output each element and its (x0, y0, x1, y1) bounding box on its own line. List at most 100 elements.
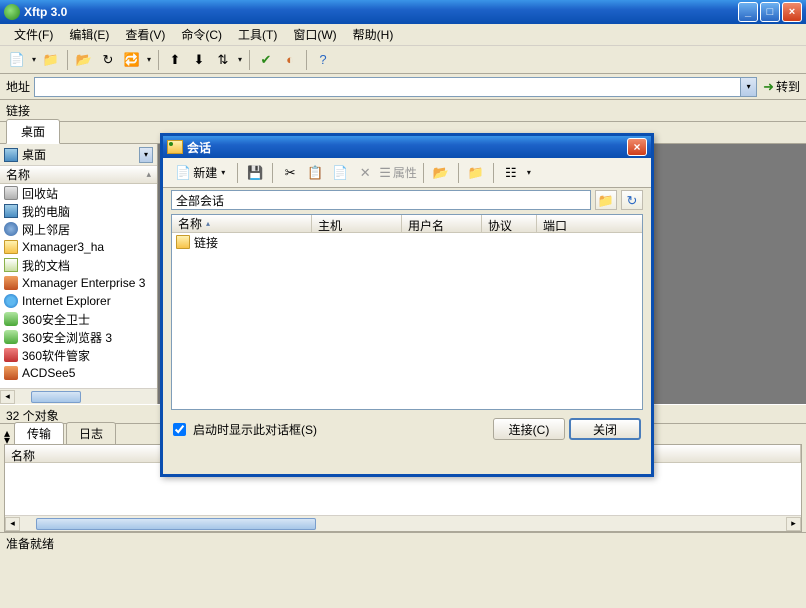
transfer-icon[interactable]: ⇅ (212, 49, 234, 71)
copy-icon[interactable]: 📋 (304, 162, 326, 184)
go-button[interactable]: ➜ 转到 (763, 78, 800, 95)
dcol-host[interactable]: 主机 (312, 215, 402, 232)
list-item[interactable]: 我的文档 (0, 256, 157, 274)
path-input[interactable] (171, 190, 591, 210)
dialog-path: 📁 ↻ (163, 188, 651, 212)
dcol-user[interactable]: 用户名 (402, 215, 482, 232)
list-item[interactable]: 360安全浏览器 3 (0, 328, 157, 346)
xcol-name[interactable]: 名称 (5, 445, 185, 462)
list-item[interactable]: 我的电脑 (0, 202, 157, 220)
help-icon[interactable]: ? (312, 49, 334, 71)
save-icon[interactable]: 💾 (244, 162, 266, 184)
down-icon[interactable]: ⬇ (188, 49, 210, 71)
menu-window[interactable]: 窗口(W) (285, 24, 344, 45)
xscroll-right-icon[interactable]: ▸ (786, 517, 801, 531)
desktop-icon (4, 148, 18, 162)
close-dialog-button[interactable]: 关闭 (569, 418, 641, 440)
reconnect-icon[interactable]: 📂 (73, 49, 95, 71)
session-dialog: 会话 × 📄 新建 ▾ 💾 ✂ 📋 📄 ✕ ☰ 属性 📂 📁 ☷ ▾ 📁 ↻ (160, 133, 654, 477)
xscroll-left-icon[interactable]: ◂ (5, 517, 20, 531)
scroll-thumb[interactable] (31, 391, 81, 403)
address-input[interactable] (34, 77, 741, 97)
new-dropdown[interactable]: ▾ (219, 168, 227, 177)
show-startup-checkbox[interactable] (173, 423, 186, 436)
tab-log[interactable]: 日志 (66, 422, 116, 444)
maximize-button[interactable]: □ (760, 2, 780, 22)
paste-icon[interactable]: 📄 (329, 162, 351, 184)
tab-transfer[interactable]: 传输 (14, 422, 64, 444)
sync-dropdown[interactable]: ▾ (145, 55, 153, 64)
session-list[interactable]: 名称 主机 用户名 协议 端口 链接 (171, 214, 643, 410)
dcol-proto[interactable]: 协议 (482, 215, 537, 232)
view-icon[interactable]: ☷ (500, 162, 522, 184)
session-row[interactable]: 链接 (172, 233, 642, 251)
dcol-port[interactable]: 端口 (537, 215, 642, 232)
up-dir-icon[interactable]: 📁 (595, 190, 617, 210)
menu-file[interactable]: 文件(F) (6, 24, 61, 45)
file-icon (4, 312, 18, 326)
shell-icon[interactable]: ◐ (279, 49, 301, 71)
sort-icon: ▴ (146, 169, 151, 180)
transfer-hscroll[interactable]: ◂ ▸ (5, 515, 801, 531)
list-item[interactable]: 360软件管家 (0, 346, 157, 364)
left-hscroll[interactable]: ◂ (0, 388, 157, 404)
minimize-button[interactable]: _ (738, 2, 758, 22)
connect-button[interactable]: 连接(C) (493, 418, 565, 440)
list-item[interactable]: 网上邻居 (0, 220, 157, 238)
bookmark-icon[interactable]: ✔ (255, 49, 277, 71)
list-item[interactable]: Internet Explorer (0, 292, 157, 310)
new-folder-icon[interactable]: 📁 (465, 162, 487, 184)
xscroll-thumb[interactable] (36, 518, 316, 530)
list-item[interactable]: Xmanager Enterprise 3 (0, 274, 157, 292)
file-label: Internet Explorer (22, 294, 111, 308)
tab-desktop[interactable]: 桌面 (6, 119, 60, 144)
file-label: ACDSee5 (22, 366, 75, 380)
status-bar: 准备就绪 (0, 532, 806, 552)
scroll-left-icon[interactable]: ◂ (0, 390, 15, 404)
left-pane-title: 桌面 (22, 146, 46, 163)
delete-icon[interactable]: ✕ (354, 162, 376, 184)
open-folder-icon[interactable]: 📂 (430, 162, 452, 184)
menu-help[interactable]: 帮助(H) (345, 24, 402, 45)
left-path-dropdown[interactable]: ▾ (139, 147, 153, 163)
file-list[interactable]: 回收站我的电脑网上邻居Xmanager3_ha我的文档Xmanager Ente… (0, 184, 157, 388)
menu-tools[interactable]: 工具(T) (230, 24, 285, 45)
properties-button[interactable]: ☰ 属性 (379, 164, 417, 181)
dialog-toolbar: 📄 新建 ▾ 💾 ✂ 📋 📄 ✕ ☰ 属性 📂 📁 ☷ ▾ (163, 158, 651, 188)
file-icon (4, 366, 18, 380)
new-session-dropdown[interactable]: ▾ (30, 55, 38, 64)
address-dropdown[interactable]: ▾ (741, 77, 757, 97)
new-session-icon[interactable]: 📄 (6, 49, 28, 71)
show-startup-label[interactable]: 启动时显示此对话框(S) (193, 421, 317, 438)
file-label: 我的文档 (22, 257, 70, 274)
dialog-titlebar[interactable]: 会话 × (163, 136, 651, 158)
titlebar: Xftp 3.0 _ □ × (0, 0, 806, 24)
list-item[interactable]: Xmanager3_ha (0, 238, 157, 256)
tab-scroll[interactable]: ▴▾ (4, 430, 10, 444)
dialog-title: 会话 (187, 139, 627, 156)
session-icon[interactable]: 📁 (40, 49, 62, 71)
menu-view[interactable]: 查看(V) (117, 24, 173, 45)
view-dropdown[interactable]: ▾ (525, 168, 533, 177)
cut-icon[interactable]: ✂ (279, 162, 301, 184)
up-icon[interactable]: ⬆ (164, 49, 186, 71)
menu-edit[interactable]: 编辑(E) (61, 24, 117, 45)
list-item[interactable]: 回收站 (0, 184, 157, 202)
go-icon: ➜ (763, 80, 774, 93)
file-icon (4, 276, 18, 290)
refresh-icon[interactable]: ↻ (97, 49, 119, 71)
new-button[interactable]: 📄 新建 ▾ (171, 162, 231, 183)
refresh-dir-icon[interactable]: ↻ (621, 190, 643, 210)
sync-icon[interactable]: 🔁 (121, 49, 143, 71)
props-label: 属性 (393, 164, 417, 181)
list-item[interactable]: ACDSee5 (0, 364, 157, 382)
close-button[interactable]: × (782, 2, 802, 22)
dialog-close-button[interactable]: × (627, 138, 647, 156)
list-item[interactable]: 360安全卫士 (0, 310, 157, 328)
dcol-name[interactable]: 名称 (172, 215, 312, 232)
session-list-header: 名称 主机 用户名 协议 端口 (172, 215, 642, 233)
menu-cmd[interactable]: 命令(C) (173, 24, 230, 45)
transfer-dropdown[interactable]: ▾ (236, 55, 244, 64)
menubar: 文件(F) 编辑(E) 查看(V) 命令(C) 工具(T) 窗口(W) 帮助(H… (0, 24, 806, 46)
left-list-header[interactable]: 名称 ▴ (0, 166, 157, 184)
